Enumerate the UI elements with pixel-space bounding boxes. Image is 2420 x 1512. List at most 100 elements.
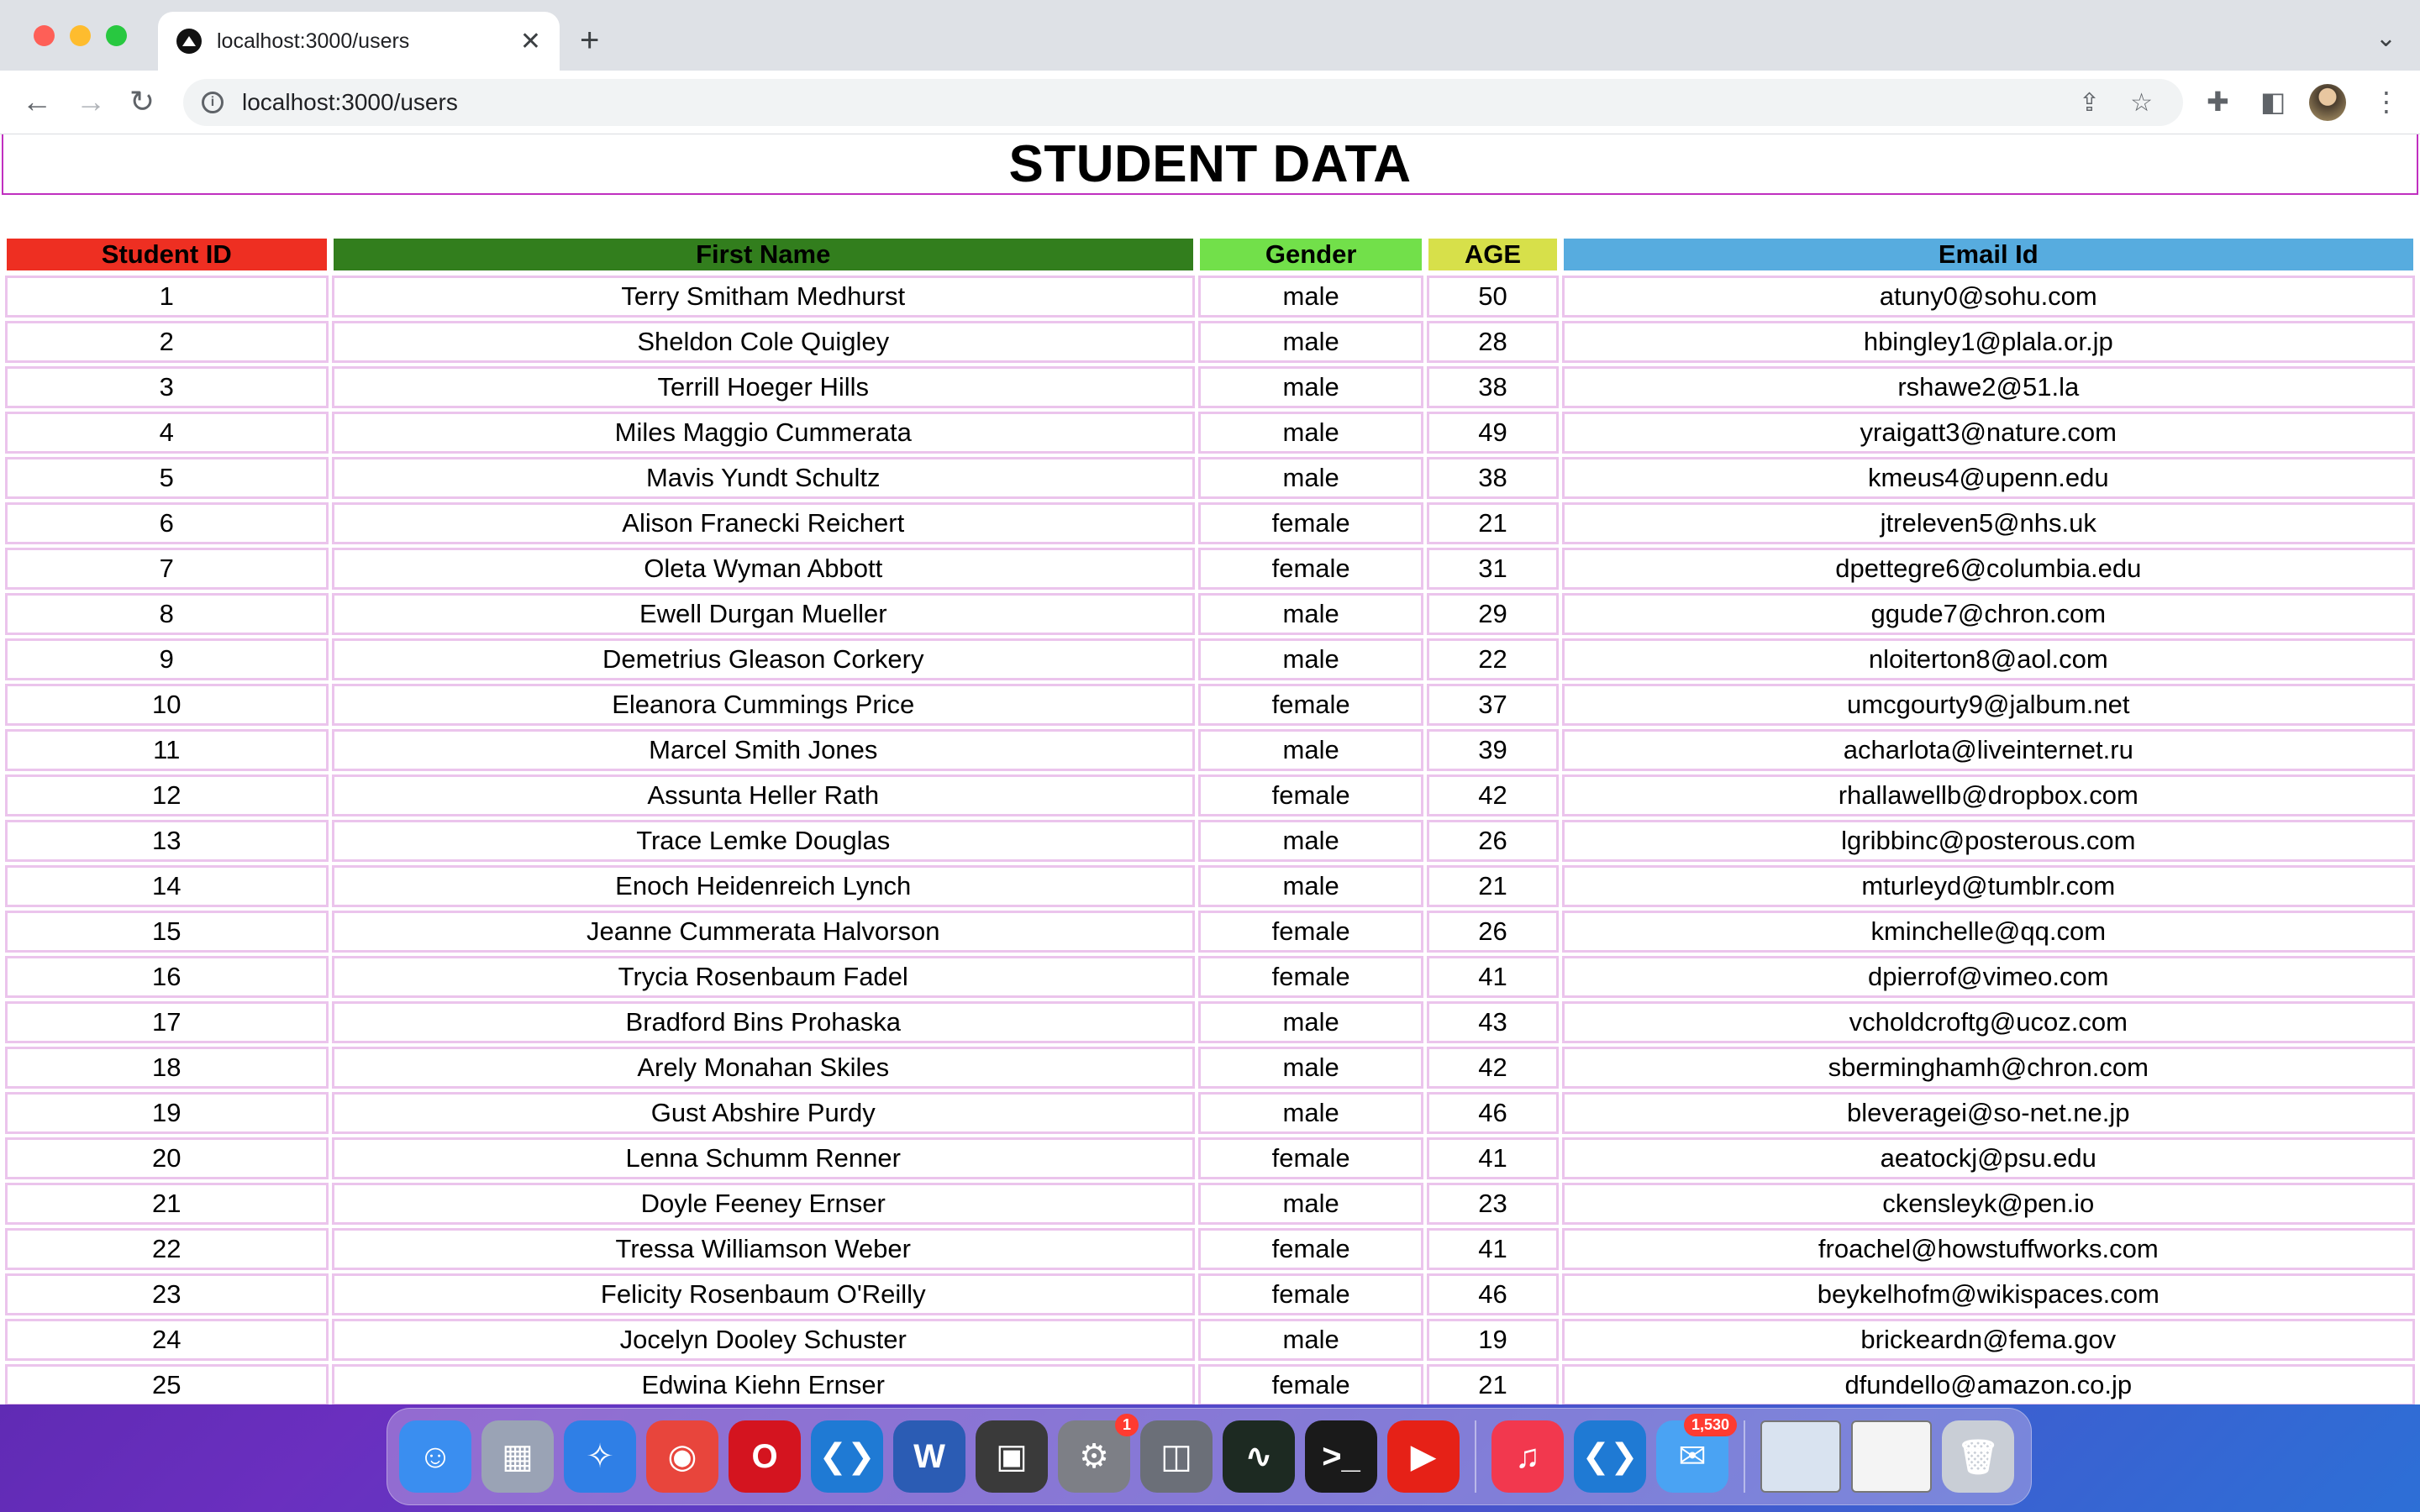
- table-row: 6 Alison Franecki Reichert female 21 jtrelev…: [5, 502, 2415, 544]
- email-cell: dpettegre6@columbia.edu: [1561, 548, 2415, 590]
- chrome-icon[interactable]: ◉: [646, 1420, 718, 1493]
- window-controls: [34, 25, 127, 46]
- opera-icon[interactable]: O: [729, 1420, 801, 1493]
- gender-cell: male: [1197, 1092, 1424, 1134]
- email-header: Email Id: [1561, 237, 2415, 272]
- table-row: 22 Tressa Williamson Weber female 41 froache…: [5, 1228, 2415, 1270]
- close-tab-icon[interactable]: ✕: [520, 27, 541, 56]
- table-row: 13 Trace Lemke Douglas male 26 lgribbinc@pos…: [5, 820, 2415, 862]
- notification-badge: 1: [1114, 1414, 1139, 1436]
- table-row: 3 Terrill Hoeger Hills male 38 rshawe2@51.la: [5, 366, 2415, 408]
- table-row: 2 Sheldon Cole Quigley male 28 hbingley1@pla…: [5, 321, 2415, 363]
- email-cell: ggude7@chron.com: [1561, 593, 2415, 635]
- first-name-cell: Bradford Bins Prohaska: [331, 1001, 1195, 1043]
- bookmark-star-icon[interactable]: ☆: [2130, 88, 2153, 118]
- email-cell: sberminghamh@chron.com: [1561, 1047, 2415, 1089]
- screenshot-icon[interactable]: ◫: [1140, 1420, 1213, 1493]
- first-name-cell: Terrill Hoeger Hills: [331, 366, 1195, 408]
- table-row: 20 Lenna Schumm Renner female 41 aeatockj@ps…: [5, 1137, 2415, 1179]
- profile-avatar[interactable]: [2309, 84, 2346, 121]
- address-bar[interactable]: i localhost:3000/users ⇪ ☆: [183, 79, 2183, 126]
- launchpad-icon[interactable]: ▦: [481, 1420, 554, 1493]
- word-icon[interactable]: W: [893, 1420, 965, 1493]
- final-cut-icon[interactable]: ▣: [976, 1420, 1048, 1493]
- browser-menu-icon[interactable]: ⋮: [2373, 86, 2400, 118]
- close-window-button[interactable]: [34, 25, 55, 46]
- browser-window: localhost:3000/users ✕ + ⌄ ← → ↻ i local…: [0, 0, 2420, 1404]
- minimize-window-button[interactable]: [70, 25, 91, 46]
- terminal-icon[interactable]: >_: [1305, 1420, 1377, 1493]
- back-arrow-icon[interactable]: ←: [22, 84, 52, 119]
- tab-search-chevron-icon[interactable]: ⌄: [2375, 24, 2396, 53]
- student-id-cell: 9: [5, 638, 329, 680]
- browser-tab[interactable]: localhost:3000/users ✕: [158, 12, 560, 71]
- gender-cell: female: [1197, 1228, 1424, 1270]
- notification-badge: 1,530: [1683, 1414, 1737, 1436]
- gender-cell: female: [1197, 956, 1424, 998]
- side-panel-icon[interactable]: ◧: [2260, 86, 2286, 118]
- gender-cell: female: [1197, 1137, 1424, 1179]
- table-row: 1 Terry Smitham Medhurst male 50 atuny0@sohu…: [5, 276, 2415, 318]
- gender-cell: female: [1197, 502, 1424, 544]
- age-cell: 29: [1427, 593, 1559, 635]
- student-id-cell: 16: [5, 956, 329, 998]
- activity-monitor-icon[interactable]: ∿: [1223, 1420, 1295, 1493]
- student-id-cell: 15: [5, 911, 329, 953]
- email-cell: umcgourty9@jalbum.net: [1561, 684, 2415, 726]
- email-cell: hbingley1@plala.or.jp: [1561, 321, 2415, 363]
- dock-separator: [1744, 1420, 1745, 1493]
- table-row: 8 Ewell Durgan Mueller male 29 ggude7@chron.…: [5, 593, 2415, 635]
- age-cell: 28: [1427, 321, 1559, 363]
- gender-cell: male: [1197, 412, 1424, 454]
- extensions-puzzle-icon[interactable]: ✚: [2207, 86, 2229, 118]
- site-info-icon[interactable]: i: [202, 92, 224, 113]
- music-icon[interactable]: ♫: [1491, 1420, 1564, 1493]
- vscode-2-icon[interactable]: ❮❯: [1574, 1420, 1646, 1493]
- window-thumbnail-icon[interactable]: [1851, 1420, 1932, 1493]
- trash-icon[interactable]: 🗑: [1942, 1420, 2014, 1493]
- tab-title: localhost:3000/users: [217, 29, 410, 53]
- dock-glyph: ▣: [996, 1438, 1028, 1475]
- dock-glyph: ✧: [586, 1438, 614, 1475]
- first-name-cell: Gust Abshire Purdy: [331, 1092, 1195, 1134]
- macos-dock: ☺ ▦ ✧ ◉ O ❮❯ W ▣ ⚙ 1 ◫ ∿ >_ ▶ ♫ ❮❯ ✉ 1,530 🗑: [387, 1408, 2032, 1505]
- preview-window-icon[interactable]: [1760, 1420, 1841, 1493]
- first-name-cell: Tressa Williamson Weber: [331, 1228, 1195, 1270]
- table-row: 16 Trycia Rosenbaum Fadel female 41 dpierrof…: [5, 956, 2415, 998]
- table-row: 12 Assunta Heller Rath female 42 rhallawellb…: [5, 774, 2415, 816]
- finder-icon[interactable]: ☺: [399, 1420, 471, 1493]
- first-name-cell: Ewell Durgan Mueller: [331, 593, 1195, 635]
- age-cell: 19: [1427, 1319, 1559, 1361]
- reload-icon[interactable]: ↻: [129, 84, 155, 119]
- first-name-cell: Edwina Kiehn Ernser: [331, 1364, 1195, 1404]
- dock-glyph: ☺: [418, 1437, 453, 1475]
- first-name-cell: Mavis Yundt Schultz: [331, 457, 1195, 499]
- forward-arrow-icon[interactable]: →: [76, 84, 106, 119]
- email-cell: kminchelle@qq.com: [1561, 911, 2415, 953]
- student-id-cell: 13: [5, 820, 329, 862]
- table-body: 1 Terry Smitham Medhurst male 50 atuny0@sohu…: [5, 276, 2415, 1404]
- zoom-window-button[interactable]: [106, 25, 127, 46]
- email-cell: ckensleyk@pen.io: [1561, 1183, 2415, 1225]
- table-row: 21 Doyle Feeney Ernser male 23 ckensleyk@pen…: [5, 1183, 2415, 1225]
- student-id-cell: 7: [5, 548, 329, 590]
- gender-cell: male: [1197, 366, 1424, 408]
- share-icon[interactable]: ⇪: [2079, 88, 2100, 118]
- dock-glyph: >_: [1322, 1437, 1360, 1475]
- youtube-icon[interactable]: ▶: [1387, 1420, 1460, 1493]
- dock-glyph: ◫: [1160, 1438, 1192, 1475]
- age-cell: 46: [1427, 1092, 1559, 1134]
- email-cell: bleveragei@so-net.ne.jp: [1561, 1092, 2415, 1134]
- first-name-cell: Arely Monahan Skiles: [331, 1047, 1195, 1089]
- gender-cell: male: [1197, 820, 1424, 862]
- first-name-cell: Jocelyn Dooley Schuster: [331, 1319, 1195, 1361]
- safari-icon[interactable]: ✧: [564, 1420, 636, 1493]
- first-name-cell: Demetrius Gleason Corkery: [331, 638, 1195, 680]
- mail-icon[interactable]: ✉ 1,530: [1656, 1414, 1737, 1493]
- new-tab-button[interactable]: +: [580, 22, 599, 60]
- first-name-cell: Marcel Smith Jones: [331, 729, 1195, 771]
- gender-cell: female: [1197, 774, 1424, 816]
- url-text[interactable]: localhost:3000/users: [242, 89, 2079, 116]
- system-preferences-icon[interactable]: ⚙ 1: [1058, 1414, 1139, 1493]
- vscode-icon[interactable]: ❮❯: [811, 1420, 883, 1493]
